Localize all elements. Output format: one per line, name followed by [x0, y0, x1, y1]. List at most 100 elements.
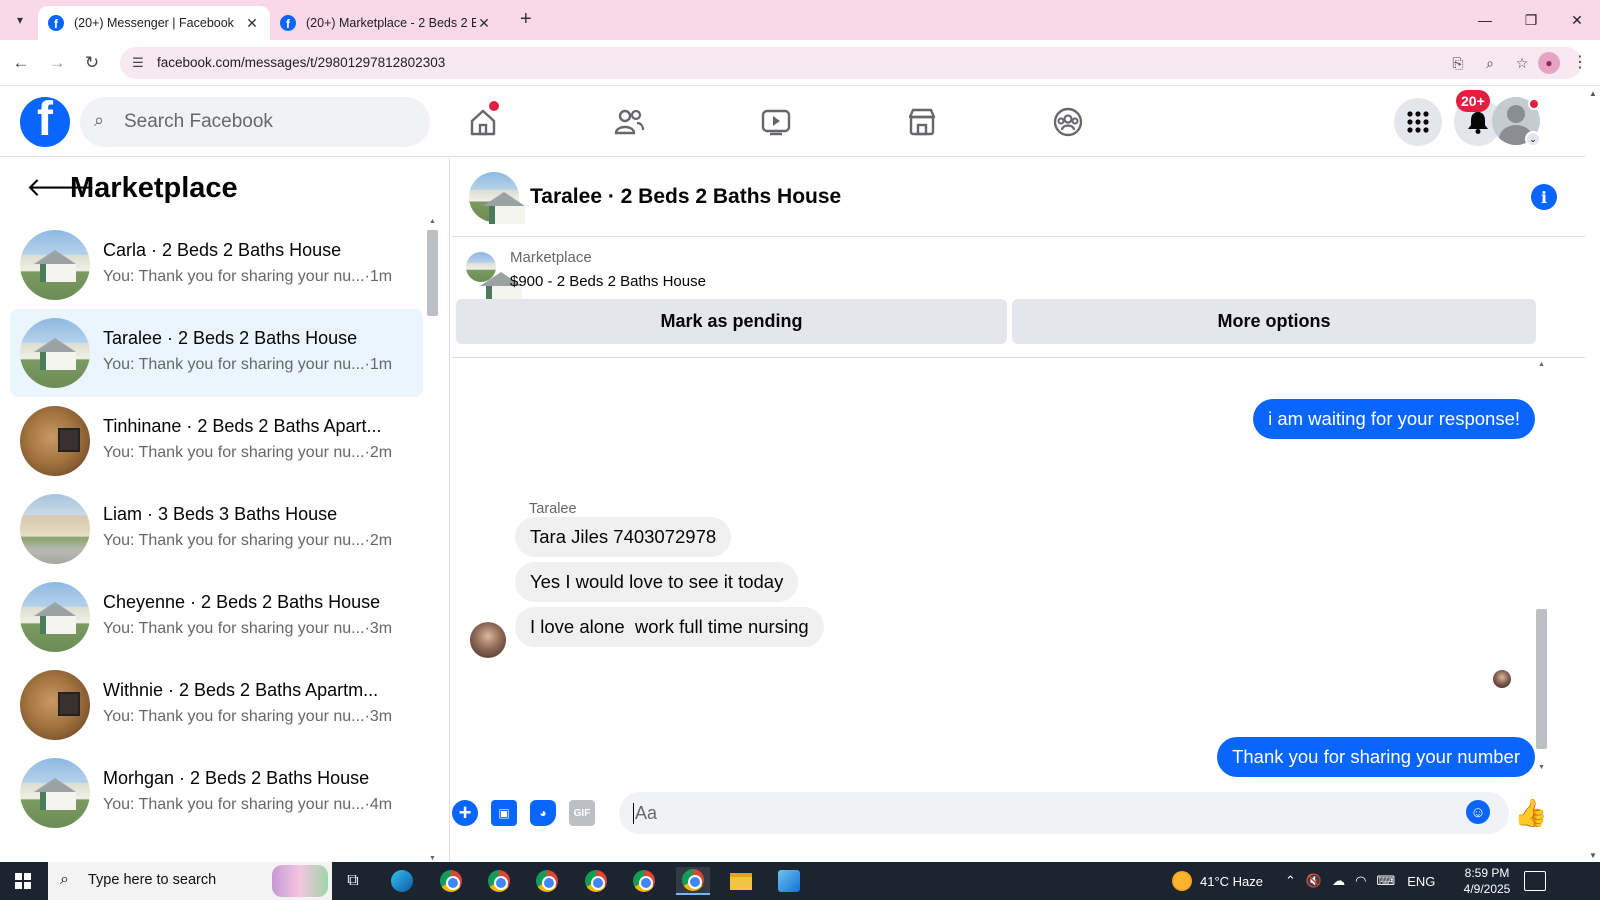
groups-icon[interactable]: [1046, 101, 1090, 143]
wifi-icon[interactable]: ◠: [1355, 873, 1366, 889]
emoji-icon[interactable]: ☺: [1466, 800, 1490, 824]
taskbar-search-input[interactable]: ⌕ Type here to search: [48, 862, 332, 900]
sidebar-scrollbar[interactable]: ▲ ▼: [427, 216, 439, 862]
task-view-icon[interactable]: ⧉: [336, 867, 370, 895]
info-icon[interactable]: i: [1531, 184, 1557, 210]
weather-icon[interactable]: [1172, 871, 1192, 891]
plus-icon[interactable]: +: [452, 800, 478, 826]
conversation-thumbnail: [20, 406, 90, 476]
conversation-item[interactable]: Tinhinane · 2 Beds 2 Baths Apart... You: …: [10, 397, 423, 485]
incoming-message[interactable]: Tara Jiles 7403072978: [515, 517, 732, 557]
search-highlight-image[interactable]: [272, 865, 328, 897]
scroll-down-icon[interactable]: ▼: [429, 855, 436, 862]
listing-source-label: Marketplace: [510, 249, 592, 266]
chrome-profile-icon[interactable]: [482, 867, 516, 895]
facebook-logo-icon[interactable]: f: [20, 97, 70, 147]
back-arrow-icon[interactable]: ←: [8, 50, 34, 76]
chevron-down-icon[interactable]: ⌄: [1525, 131, 1541, 147]
minimize-icon[interactable]: —: [1462, 0, 1508, 40]
friends-icon[interactable]: [607, 101, 651, 143]
chrome-profile-icon[interactable]: [627, 867, 661, 895]
scroll-up-icon[interactable]: ▲: [1589, 89, 1597, 98]
windows-start-icon[interactable]: [0, 862, 46, 900]
listing-thumbnail[interactable]: [466, 252, 522, 304]
thread-scrollbar[interactable]: ▲ ▼: [1534, 359, 1548, 771]
language-indicator[interactable]: ENG: [1407, 874, 1435, 889]
edge-browser-icon[interactable]: [385, 867, 419, 895]
home-icon[interactable]: [461, 101, 505, 143]
facebook-favicon-icon: f: [280, 15, 296, 31]
conversation-preview: You: Thank you for sharing your nu...·3m: [103, 620, 393, 637]
browser-tab-messenger[interactable]: f (20+) Messenger | Facebook ✕: [38, 6, 270, 40]
incoming-message[interactable]: I love alone work full time nursing: [515, 607, 824, 647]
sticker-icon[interactable]: ◕: [530, 800, 556, 826]
sender-avatar[interactable]: [470, 622, 506, 658]
conversation-item[interactable]: Withnie · 2 Beds 2 Baths Apartm... You: T…: [10, 661, 423, 749]
conversation-item[interactable]: Cheyenne · 2 Beds 2 Baths House You: Than…: [10, 573, 423, 661]
message-input[interactable]: Aa: [619, 792, 1509, 834]
omnibox[interactable]: ☰ facebook.com/messages/t/29801297812802…: [120, 47, 1582, 79]
chat-title[interactable]: Taralee · 2 Beds 2 Baths House: [530, 185, 841, 209]
mark-as-pending-button[interactable]: Mark as pending: [456, 299, 1007, 344]
thumbs-up-icon[interactable]: 👍: [1514, 797, 1548, 829]
keyboard-icon[interactable]: ⌨: [1376, 873, 1395, 889]
scroll-up-icon[interactable]: ▲: [1538, 361, 1545, 368]
weather-text[interactable]: 41°C Haze: [1200, 874, 1263, 889]
site-info-icon[interactable]: ☰: [126, 51, 150, 75]
action-center-icon[interactable]: [1524, 871, 1546, 891]
url-text[interactable]: facebook.com/messages/t/2980129781280230…: [157, 55, 445, 70]
menu-grid-icon[interactable]: [1394, 98, 1442, 146]
restore-icon[interactable]: ❐: [1508, 0, 1554, 40]
outgoing-message[interactable]: i am waiting for your response!: [1253, 399, 1535, 439]
tab-search-chevron-icon[interactable]: ▾: [8, 8, 32, 32]
browser-menu-icon[interactable]: ⋮: [1572, 52, 1588, 72]
scroll-down-icon[interactable]: ▼: [1538, 764, 1545, 771]
browser-profile-icon[interactable]: ●: [1538, 52, 1560, 74]
file-explorer-icon[interactable]: [724, 867, 758, 895]
conversation-item[interactable]: Carla · 2 Beds 2 Baths House You: Thank y…: [10, 221, 423, 309]
scrollbar-thumb[interactable]: [427, 230, 438, 316]
outgoing-message[interactable]: Thank you for sharing your number: [1217, 737, 1535, 777]
close-window-icon[interactable]: ✕: [1554, 0, 1600, 40]
scroll-down-icon[interactable]: ▼: [1589, 851, 1597, 860]
search-icon: ⌕: [60, 871, 69, 888]
scrollbar-thumb[interactable]: [1536, 609, 1547, 749]
page-scrollbar[interactable]: ▲ ▼: [1585, 87, 1600, 862]
new-tab-plus-icon[interactable]: +: [520, 8, 532, 31]
gif-icon[interactable]: GIF: [569, 800, 595, 826]
reload-icon[interactable]: ↻: [79, 50, 105, 76]
video-icon[interactable]: [754, 101, 798, 143]
install-app-icon[interactable]: ⎘: [1446, 51, 1470, 75]
photo-icon[interactable]: ▣: [491, 800, 517, 826]
chevron-up-icon[interactable]: ⌃: [1285, 873, 1296, 889]
incoming-message[interactable]: Yes I would love to see it today: [515, 562, 799, 602]
browser-tab-marketplace[interactable]: f (20+) Marketplace - 2 Beds 2 Ba ✕: [270, 6, 502, 40]
more-options-button[interactable]: More options: [1012, 299, 1536, 344]
listing-avatar[interactable]: [469, 172, 525, 224]
conversation-item[interactable]: Morhgan · 2 Beds 2 Baths House You: Thank…: [10, 749, 423, 837]
conversation-preview: You: Thank you for sharing your nu...·3m: [103, 708, 393, 725]
seen-receipt-avatar: [1493, 670, 1511, 688]
chrome-icon[interactable]: [434, 867, 468, 895]
address-bar-row: ← → ↻ ☰ facebook.com/messages/t/29801297…: [0, 40, 1600, 86]
conversation-name: Withnie · 2 Beds 2 Baths Apartm...: [103, 680, 379, 700]
zoom-icon[interactable]: ⌕: [1478, 51, 1502, 75]
forward-arrow-icon[interactable]: →: [44, 50, 70, 76]
chrome-profile-icon[interactable]: [530, 867, 564, 895]
conversation-item[interactable]: Liam · 3 Beds 3 Baths House You: Thank yo…: [10, 485, 423, 573]
bookmark-star-icon[interactable]: ☆: [1510, 51, 1534, 75]
scroll-up-icon[interactable]: ▲: [429, 218, 436, 225]
facebook-search-input[interactable]: ⌕ Search Facebook: [80, 97, 430, 147]
clock[interactable]: 8:59 PM 4/9/2025: [1452, 865, 1522, 897]
chrome-profile-active-icon[interactable]: [676, 867, 710, 895]
speaker-muted-icon[interactable]: 🔇: [1306, 873, 1322, 889]
close-tab-icon[interactable]: ✕: [476, 15, 492, 32]
close-tab-icon[interactable]: ✕: [244, 15, 260, 32]
conversation-thumbnail: [20, 230, 90, 300]
chrome-profile-icon[interactable]: [579, 867, 613, 895]
marketplace-icon[interactable]: [900, 101, 944, 143]
paint-app-icon[interactable]: [772, 867, 806, 895]
conversation-item[interactable]: Taralee · 2 Beds 2 Baths House You: Thank…: [10, 309, 423, 397]
cloud-icon[interactable]: ☁: [1332, 873, 1345, 889]
listing-price-title[interactable]: $900 - 2 Beds 2 Baths House: [510, 273, 706, 290]
